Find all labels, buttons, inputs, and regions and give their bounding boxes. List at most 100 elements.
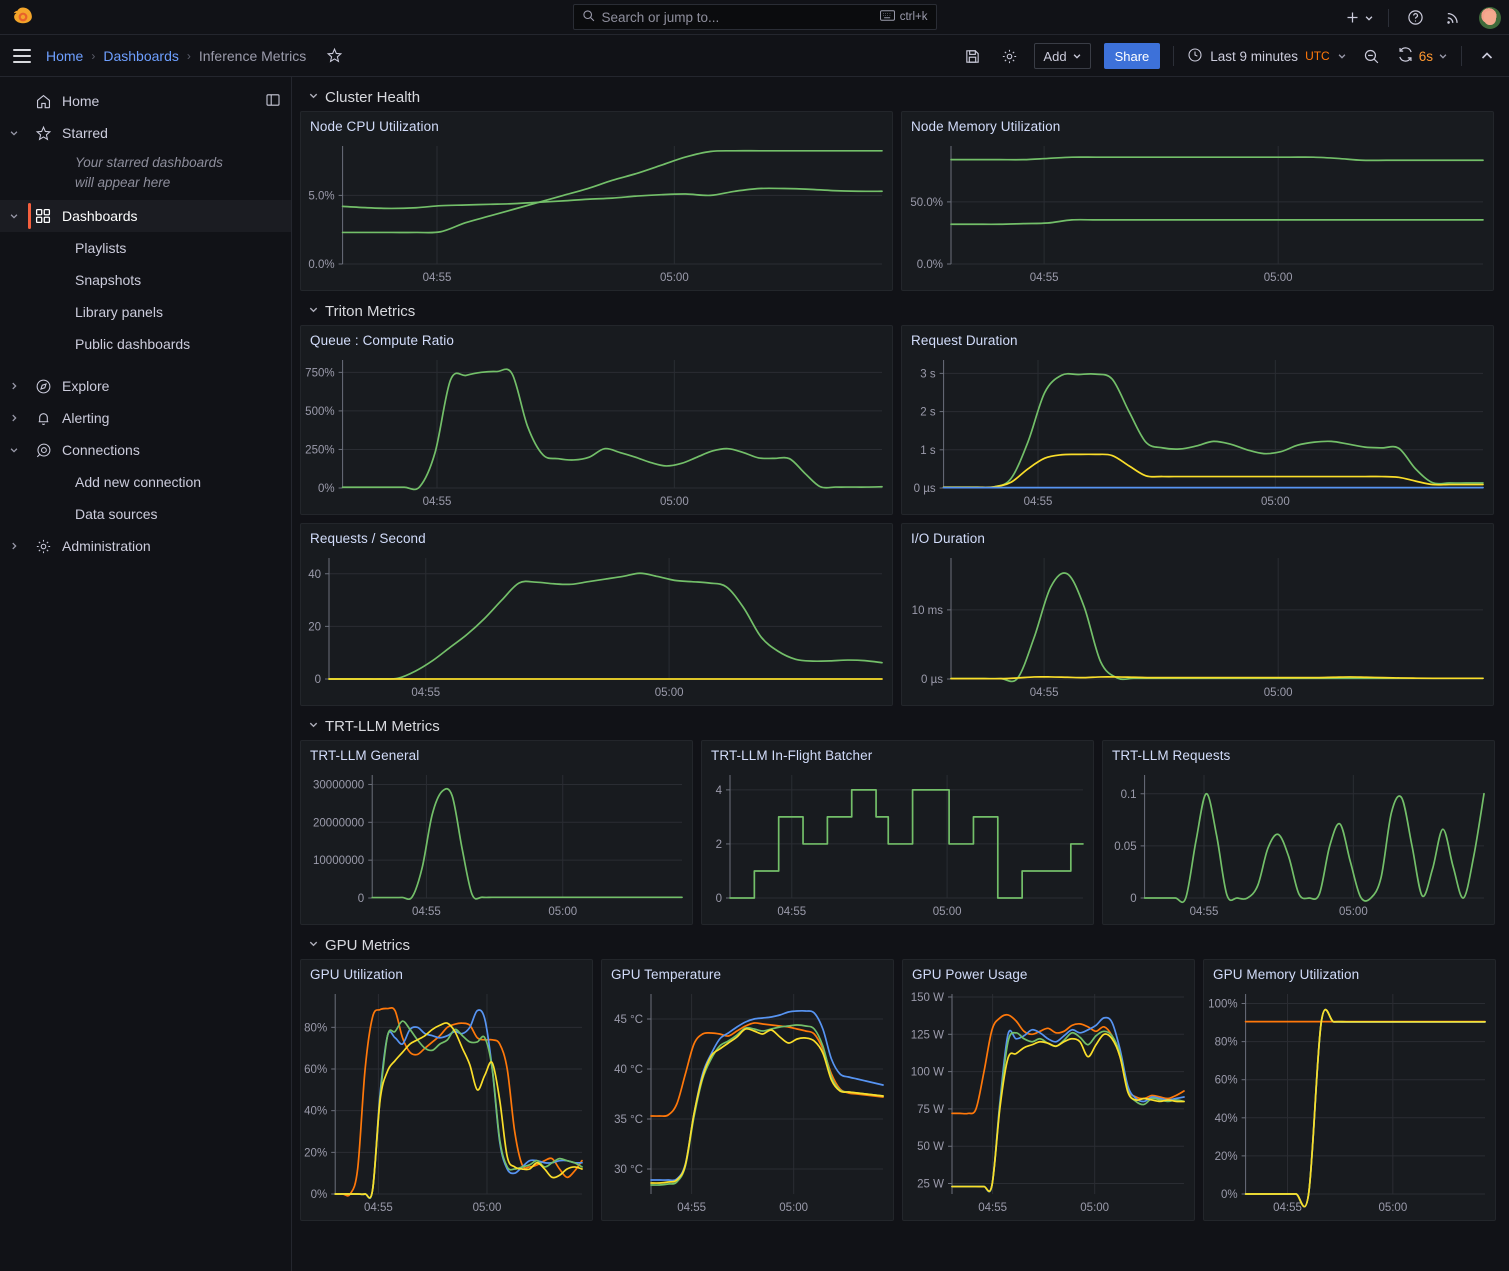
chart-node-memory-utilization[interactable]: 0.0% 50.0% 04:55 05:00: [902, 136, 1493, 290]
chevron-down-icon[interactable]: [0, 128, 28, 138]
add-button[interactable]: Add: [1034, 43, 1091, 69]
hamburger-menu-icon[interactable]: [8, 42, 36, 70]
svg-text:0: 0: [1130, 893, 1136, 905]
svg-text:500%: 500%: [305, 406, 334, 418]
chevron-down-icon[interactable]: [0, 445, 28, 455]
chevron-right-icon[interactable]: [0, 541, 28, 551]
panel-gpu-memory-utilization[interactable]: GPU Memory Utilization 0% 20% 40% 60% 80% 100…: [1203, 959, 1496, 1221]
svg-text:04:55: 04:55: [364, 1202, 393, 1214]
chart-gpu-temperature[interactable]: 30 °C 35 °C 40 °C 45 °C 04:55 05:00: [602, 984, 893, 1220]
panel-trt-llm-requests[interactable]: TRT-LLM Requests 0 0.05 0.1 04:55 05:00: [1102, 740, 1495, 925]
panel-title: Node Memory Utilization: [911, 119, 1061, 134]
user-avatar[interactable]: [1479, 6, 1501, 29]
svg-text:0%: 0%: [1221, 1189, 1238, 1201]
sidebar-item-add-new-connection[interactable]: Add new connection: [0, 466, 291, 498]
connections-icon: [28, 442, 58, 459]
svg-text:05:00: 05:00: [779, 1202, 808, 1214]
panel-io-duration[interactable]: I/O Duration 0 µs 10 ms 04:55 05:00: [901, 523, 1494, 706]
panel-node-cpu-utilization[interactable]: Node CPU Utilization 0.0% 5.0% 04:55 05:00: [300, 111, 893, 291]
chart-trt-llm-in-flight-batcher[interactable]: 0 2 4 04:55 05:00: [702, 765, 1093, 924]
breadcrumb-item-home[interactable]: Home: [46, 48, 83, 64]
chart-trt-llm-general[interactable]: 0 10000000 20000000 30000000 04:55 05:00: [301, 765, 692, 924]
svg-text:80%: 80%: [304, 1022, 327, 1034]
divider: [1461, 46, 1462, 66]
panel-gpu-utilization[interactable]: GPU Utilization 0% 20% 40% 60% 80% 04:55 05:00: [300, 959, 593, 1221]
panel-title: I/O Duration: [911, 531, 985, 546]
plus-icon[interactable]: [1345, 6, 1374, 30]
sidebar-item-playlists[interactable]: Playlists: [0, 232, 291, 264]
svg-text:45 °C: 45 °C: [614, 1014, 643, 1026]
star-outline-icon[interactable]: [322, 44, 346, 68]
divider: [1388, 8, 1389, 27]
panel-trt-llm-in-flight-batcher[interactable]: TRT-LLM In-Flight Batcher 0 2 4 04:55 05:00: [701, 740, 1094, 925]
sidebar-item-dashboards[interactable]: Dashboards: [0, 200, 291, 233]
sidebar-item-label: Snapshots: [75, 272, 142, 289]
chart-gpu-memory-utilization[interactable]: 0% 20% 40% 60% 80% 100% 04:55 05:00: [1204, 984, 1495, 1220]
chart-node-cpu-utilization[interactable]: 0.0% 5.0% 04:55 05:00: [301, 136, 892, 290]
compass-icon: [28, 378, 58, 395]
row-header-triton-metrics[interactable]: Triton Metrics: [308, 297, 1501, 325]
sidebar-item-snapshots[interactable]: Snapshots: [0, 264, 291, 296]
svg-text:04:55: 04:55: [412, 906, 441, 918]
rss-icon[interactable]: [1441, 6, 1465, 30]
chart-io-duration[interactable]: 0 µs 10 ms 04:55 05:00: [902, 548, 1493, 705]
sidebar-item-home[interactable]: Home: [0, 85, 291, 117]
sidebar-item-label: Home: [62, 93, 100, 109]
row-header-trt-llm-metrics[interactable]: TRT-LLM Metrics: [308, 712, 1501, 740]
panel-gpu-power-usage[interactable]: GPU Power Usage 25 W 50 W 75 W 100 W 125 W 15…: [902, 959, 1195, 1221]
sidebar-item-explore[interactable]: Explore: [0, 370, 291, 402]
row-title: GPU Metrics: [325, 936, 411, 954]
dock-menu-icon[interactable]: [265, 92, 281, 111]
panel-queue-compute-ratio[interactable]: Queue : Compute Ratio 0% 250% 500% 750% 04:5…: [300, 325, 893, 515]
grafana-logo-icon[interactable]: [6, 6, 40, 28]
chevron-down-icon: [308, 938, 319, 952]
zoom-out-icon[interactable]: [1360, 44, 1384, 68]
svg-text:04:55: 04:55: [1030, 272, 1059, 284]
panel-request-duration[interactable]: Request Duration 0 µs 1 s 2 s 3 s 04:55 05:00: [901, 325, 1494, 515]
svg-text:25 W: 25 W: [917, 1179, 944, 1191]
row-header-cluster-health[interactable]: Cluster Health: [308, 83, 1501, 111]
panel-trt-llm-general[interactable]: TRT-LLM General 0 10000000 20000000 3000000…: [300, 740, 693, 925]
clock-icon: [1187, 47, 1203, 66]
panel-node-memory-utilization[interactable]: Node Memory Utilization 0.0% 50.0% 04:55 05…: [901, 111, 1494, 291]
sidebar-item-label: Explore: [62, 378, 110, 395]
breadcrumb-item-dashboards[interactable]: Dashboards: [103, 48, 179, 64]
panel-gpu-temperature[interactable]: GPU Temperature 30 °C 35 °C 40 °C 45 °C 04:5…: [601, 959, 894, 1221]
save-disk-icon[interactable]: [960, 44, 984, 68]
refresh-picker[interactable]: 6s: [1397, 46, 1448, 66]
chevron-down-icon[interactable]: [0, 211, 28, 221]
chart-gpu-power-usage[interactable]: 25 W 50 W 75 W 100 W 125 W 150 W 04:55 05:00: [903, 984, 1194, 1220]
row-header-gpu-metrics[interactable]: GPU Metrics: [308, 931, 1501, 959]
chevron-down-icon: [1072, 49, 1082, 64]
gear-icon[interactable]: [997, 44, 1021, 68]
svg-text:35 °C: 35 °C: [614, 1114, 643, 1126]
sidebar-item-connections[interactable]: Connections: [0, 434, 291, 466]
sidebar-item-public-dashboards[interactable]: Public dashboards: [0, 328, 291, 360]
time-range-picker[interactable]: Last 9 minutes UTC: [1187, 47, 1346, 66]
chart-trt-llm-requests[interactable]: 0 0.05 0.1 04:55 05:00: [1103, 765, 1494, 924]
panel-requests-per-second[interactable]: Requests / Second 0 20 40 04:55 05:00: [300, 523, 893, 706]
chart-gpu-utilization[interactable]: 0% 20% 40% 60% 80% 04:55 05:00: [301, 984, 592, 1220]
breadcrumb-separator: ›: [186, 48, 191, 63]
sidebar-item-library-panels[interactable]: Library panels: [0, 296, 291, 328]
chevron-right-icon[interactable]: [0, 381, 28, 391]
svg-text:05:00: 05:00: [1080, 1202, 1109, 1214]
sidebar-item-administration[interactable]: Administration: [0, 530, 291, 562]
sidebar-item-starred[interactable]: Starred: [0, 117, 291, 149]
panel-title: GPU Utilization: [310, 967, 404, 982]
chevron-right-icon[interactable]: [0, 413, 28, 423]
help-circle-icon[interactable]: [1403, 6, 1427, 30]
svg-text:04:55: 04:55: [1024, 496, 1053, 508]
share-button[interactable]: Share: [1103, 43, 1161, 69]
sidebar-item-alerting[interactable]: Alerting: [0, 402, 291, 434]
sidebar-item-data-sources[interactable]: Data sources: [0, 498, 291, 530]
chevron-up-icon[interactable]: [1475, 44, 1499, 68]
search-input[interactable]: Search or jump to... ctrl+k: [572, 4, 937, 30]
chart-queue-compute-ratio[interactable]: 0% 250% 500% 750% 04:55 05:00: [301, 350, 892, 514]
chart-request-duration[interactable]: 0 µs 1 s 2 s 3 s 04:55 05:00: [902, 350, 1493, 514]
dashboard-canvas: Cluster Health Node CPU Utilization 0.0%…: [292, 77, 1509, 1271]
refresh-icon[interactable]: [1397, 46, 1414, 66]
panel-title: Request Duration: [911, 333, 1018, 348]
svg-text:0.0%: 0.0%: [917, 259, 943, 271]
chart-requests-per-second[interactable]: 0 20 40 04:55 05:00: [301, 548, 892, 705]
